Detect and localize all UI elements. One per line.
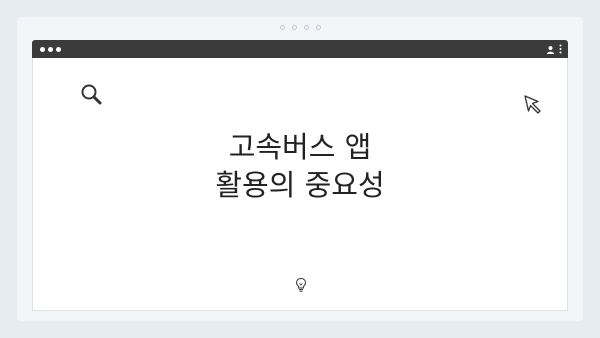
maximize-dot-icon[interactable] bbox=[56, 46, 61, 52]
pager-dot[interactable] bbox=[303, 25, 309, 30]
slide-card: 고속버스 앱 활용의 중요성 bbox=[17, 17, 583, 321]
close-dot-icon[interactable] bbox=[40, 46, 45, 52]
window-controls bbox=[40, 46, 61, 52]
cursor-icon bbox=[524, 95, 541, 114]
titlebar-actions bbox=[546, 44, 562, 54]
bulb-icon bbox=[295, 277, 307, 292]
search-icon bbox=[81, 84, 102, 105]
more-vert-icon[interactable] bbox=[559, 44, 562, 54]
pager-dot[interactable] bbox=[315, 25, 321, 30]
pager-dot[interactable] bbox=[291, 25, 297, 30]
browser-content: 고속버스 앱 활용의 중요성 bbox=[32, 58, 568, 311]
pager-dot[interactable] bbox=[279, 25, 285, 30]
page-title: 고속버스 앱 활용의 중요성 bbox=[33, 128, 567, 204]
browser-window: 고속버스 앱 활용의 중요성 bbox=[32, 40, 568, 311]
browser-titlebar bbox=[32, 40, 568, 58]
pager bbox=[17, 25, 583, 30]
title-line-1: 고속버스 앱 bbox=[228, 130, 372, 164]
title-line-2: 활용의 중요성 bbox=[215, 168, 385, 202]
minimize-dot-icon[interactable] bbox=[48, 46, 53, 52]
account-icon[interactable] bbox=[546, 45, 555, 54]
